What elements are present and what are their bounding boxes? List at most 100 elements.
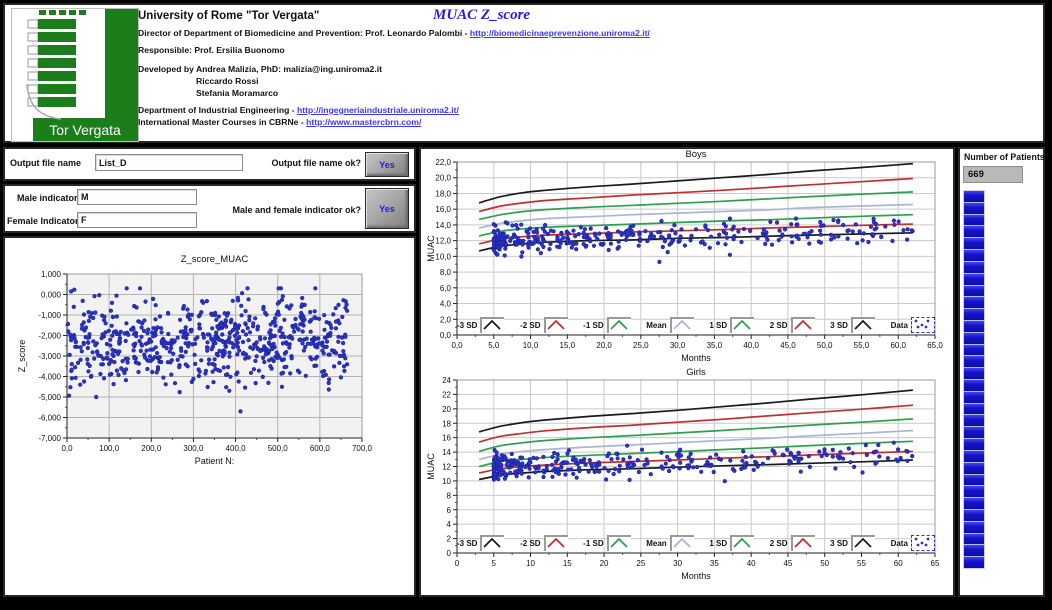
legend-item--3-sd[interactable]: -3 SD [457,535,504,551]
patients-panel: Number of Patients 669 [958,147,1045,597]
svg-text:14: 14 [442,448,451,457]
mf-yes-button[interactable]: Yes [365,188,409,229]
output-file-ok-label: Output file name ok? [271,158,361,168]
university-name: University of Rome "Tor Vergata" [138,10,319,22]
legend-item-3-sd[interactable]: 3 SD [830,317,875,333]
legend-label: -1 SD [583,321,603,330]
output-file-yes-button[interactable]: Yes [365,152,409,177]
patients-bar-segment [964,475,984,487]
header-link[interactable]: http://www.mastercbrn.com/ [306,117,421,127]
male-indicator-label: Male indicator [17,193,78,203]
legend-line-icon [670,535,694,551]
svg-text:15: 15 [563,559,572,568]
svg-text:Months: Months [681,571,711,581]
patients-bar-segment [964,191,984,203]
svg-text:0: 0 [455,559,460,568]
svg-text:600,0: 600,0 [310,444,331,453]
patients-bar-segment [964,404,984,416]
svg-text:12,0: 12,0 [435,237,451,246]
legend-item-1-sd[interactable]: 1 SD [709,535,754,551]
svg-text:MUAC: MUAC [426,453,436,480]
svg-text:6: 6 [447,506,452,515]
patients-bar-segment [964,486,984,498]
patients-bar-segment [964,392,984,404]
legend-line-icon [480,317,504,333]
svg-text:16,0: 16,0 [435,205,451,214]
patients-bar-segment [964,309,984,321]
patients-bar-segment [964,333,984,345]
svg-text:8: 8 [447,491,452,500]
legend-label: 1 SD [709,539,727,548]
legend-item-2-sd[interactable]: 2 SD [770,535,815,551]
legend-item-data[interactable]: Data [891,535,935,551]
legend-label: 2 SD [770,539,788,548]
svg-text:45: 45 [783,559,792,568]
male-indicator-input[interactable] [77,189,197,205]
girls-plot: 0510152025303540455055606502468101214161… [421,365,957,595]
header-info-line: Department of Industrial Engineering - h… [138,104,698,116]
legend-line-icon [730,317,754,333]
header-link[interactable]: http://ingegneriaindustriale.uniroma2.it… [297,105,459,115]
svg-text:-4,000: -4,000 [38,373,61,382]
svg-text:25,0: 25,0 [633,341,649,350]
legend-line-icon [851,317,875,333]
svg-text:55: 55 [857,559,866,568]
legend-item-data[interactable]: Data [891,317,935,333]
legend-item-1-sd[interactable]: 1 SD [709,317,754,333]
svg-text:Z_score: Z_score [17,340,27,373]
svg-text:35: 35 [710,559,719,568]
legend-line-icon [607,317,631,333]
female-indicator-input[interactable] [77,212,197,228]
svg-text:50,0: 50,0 [817,341,833,350]
svg-text:100,0: 100,0 [99,444,120,453]
svg-text:35,0: 35,0 [707,341,723,350]
patients-bar-segment [964,226,984,238]
svg-text:4: 4 [447,520,452,529]
patients-bar-segment [964,274,984,286]
output-file-input[interactable] [95,154,243,171]
legend-data-icon [911,535,935,551]
legend-item-2-sd[interactable]: 2 SD [770,317,815,333]
legend-item-mean[interactable]: Mean [646,317,693,333]
header-info-text: Stefania Moramarco [196,88,278,98]
legend-label: -1 SD [583,539,603,548]
legend-line-icon [480,535,504,551]
patients-bar-segment [964,415,984,427]
legend-item--2-sd[interactable]: -2 SD [520,535,567,551]
svg-text:Girls: Girls [686,367,706,378]
svg-text:5,0: 5,0 [488,341,500,350]
svg-text:2,0: 2,0 [440,315,452,324]
legend-item-3-sd[interactable]: 3 SD [830,535,875,551]
zscore-graph-panel: 0,0100,0200,0300,0400,0500,0600,0700,0-7… [3,236,416,597]
patients-bar-segment [964,427,984,439]
legend-item--1-sd[interactable]: -1 SD [583,317,630,333]
legend-item--2-sd[interactable]: -2 SD [520,317,567,333]
svg-text:Z_score_MUAC: Z_score_MUAC [181,254,249,265]
header-info-line: Developed by Andrea Malizia, PhD: malizi… [138,63,698,75]
svg-text:1,000: 1,000 [41,270,62,279]
svg-text:15,0: 15,0 [560,341,576,350]
svg-text:10: 10 [442,477,451,486]
svg-text:-5,000: -5,000 [38,393,61,402]
output-file-label: Output file name [10,158,81,168]
header-info-text: International Master Courses in CBRNe - [138,117,306,127]
logo-text: Tor Vergata [49,122,121,138]
svg-text:50: 50 [820,559,829,568]
svg-text:22,0: 22,0 [435,158,451,167]
svg-text:0,0: 0,0 [61,444,73,453]
svg-text:12: 12 [442,463,451,472]
legend-item--1-sd[interactable]: -1 SD [583,535,630,551]
legend-line-icon [791,317,815,333]
svg-text:60,0: 60,0 [890,341,906,350]
legend-item--3-sd[interactable]: -3 SD [457,317,504,333]
indicator-section: Male indicator Female Indicator Male and… [3,184,416,233]
patients-bar-segment [964,321,984,333]
patients-bar-segment [964,215,984,227]
svg-text:-2,000: -2,000 [38,332,61,341]
header-info-lines: Director of Department of Biomedicine an… [138,27,698,128]
svg-text:0,0: 0,0 [440,331,452,340]
boys-legend: -3 SD -2 SD -1 SD Mean 1 SD 2 SD 3 SD Data [457,316,935,334]
legend-item-mean[interactable]: Mean [646,535,693,551]
header-link[interactable]: http://biomedicinaeprevenzione.uniroma2.… [470,28,650,38]
header-info-text: Director of Department of Biomedicine an… [138,28,470,38]
